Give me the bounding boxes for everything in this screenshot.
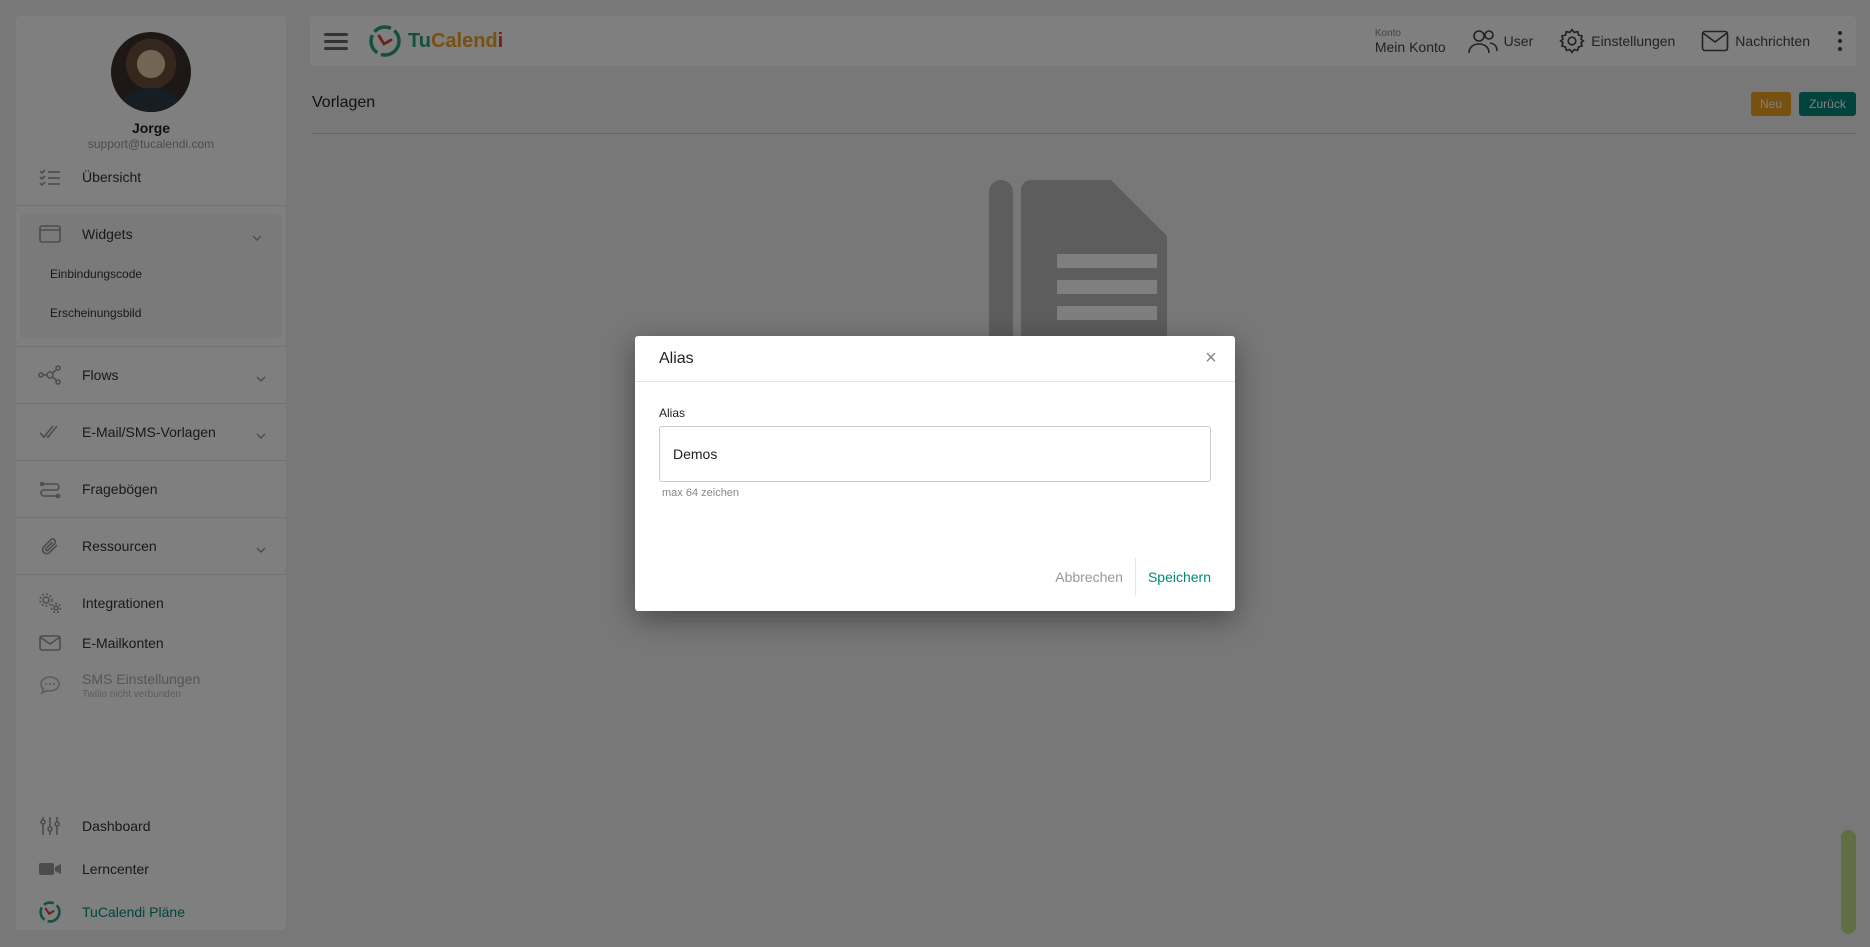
alias-input[interactable] bbox=[659, 426, 1211, 482]
alias-field-label: Alias bbox=[659, 406, 686, 420]
dialog-header: Alias × bbox=[635, 336, 1235, 382]
cancel-button[interactable]: Abbrechen bbox=[1055, 558, 1136, 596]
save-button[interactable]: Speichern bbox=[1136, 558, 1211, 596]
dialog-title: Alias bbox=[659, 349, 694, 367]
alias-field-hint: max 64 zeichen bbox=[662, 487, 740, 499]
dialog-footer: Abbrechen Speichern bbox=[1055, 558, 1211, 596]
alias-dialog: Alias × Alias max 64 zeichen Abbrechen S… bbox=[635, 336, 1235, 611]
close-icon[interactable]: × bbox=[1201, 348, 1221, 368]
